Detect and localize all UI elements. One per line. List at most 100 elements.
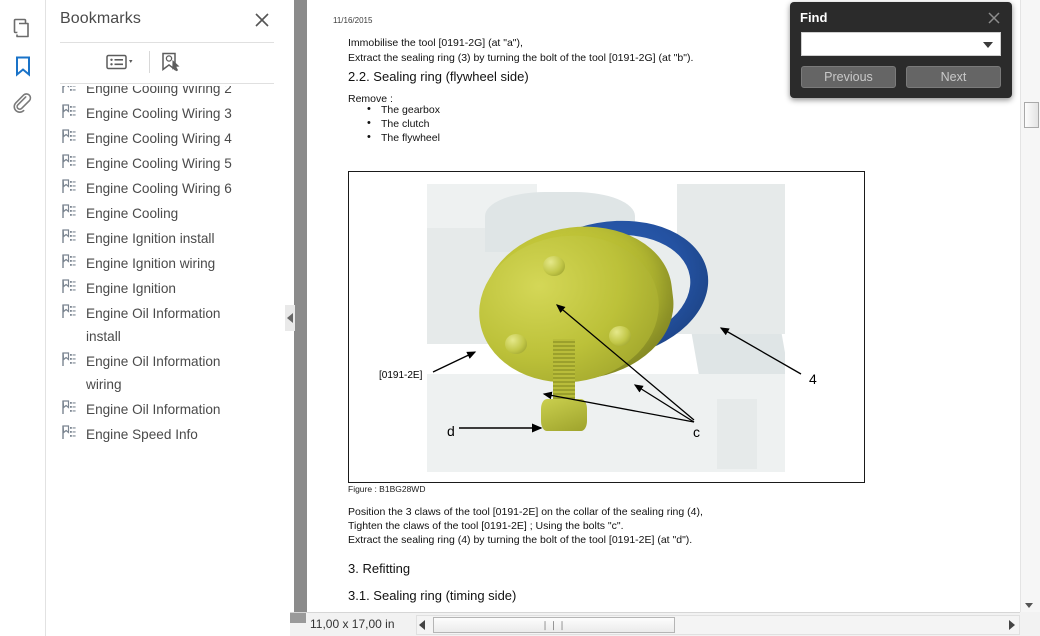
bookmarks-toolbar — [46, 44, 290, 82]
figure-callout-label: [0191-2E] — [379, 370, 423, 381]
document-paragraph: Immobilise the tool [0191-2G] (at "a"), — [348, 37, 523, 49]
bookmarks-panel: Bookmarks Engine Cooling Wiring 2 Engine… — [46, 0, 324, 636]
figure-frame: [0191-2E] 4 c d — [348, 171, 865, 483]
bookmark-entry-icon — [62, 400, 76, 415]
find-previous-button[interactable]: Previous — [801, 66, 896, 88]
scroll-down-icon[interactable] — [1025, 603, 1033, 608]
panel-splitter[interactable] — [285, 0, 307, 636]
bookmark-entry-icon — [62, 129, 76, 144]
bookmark-item[interactable]: Engine Cooling Wiring 2 — [46, 86, 290, 101]
splitter-bar — [294, 0, 307, 636]
bookmarks-panel-header: Bookmarks — [46, 0, 290, 42]
bookmark-item-label: Engine Speed Info — [86, 427, 198, 442]
document-paragraph: Extract the sealing ring (3) by turning … — [348, 52, 694, 64]
document-bullet: The flywheel — [367, 131, 440, 144]
bookmark-item-label: Engine Ignition install — [86, 231, 215, 246]
claw-bolt — [543, 256, 565, 276]
divider — [60, 42, 274, 43]
bookmark-item[interactable]: Engine Cooling Wiring 3 — [46, 101, 290, 126]
bookmark-item-label: Engine Cooling Wiring 3 — [86, 106, 232, 121]
find-dialog-title: Find — [800, 10, 828, 25]
scrollbar-grip: ❘❘❘ — [541, 619, 567, 630]
claw-bolt — [609, 326, 631, 346]
tool-bolt-head — [541, 399, 587, 431]
bookmark-item[interactable]: Engine Cooling Wiring 6 — [46, 176, 290, 201]
figure-caption: Figure : B1BG28WD — [348, 484, 426, 494]
page-thumbnails-icon[interactable] — [7, 12, 39, 44]
document-paragraph: Position the 3 claws of the tool [0191-2… — [348, 506, 703, 518]
attachments-icon[interactable] — [7, 88, 39, 120]
close-icon[interactable] — [986, 10, 1002, 26]
find-dialog: Find Previous Next — [790, 2, 1012, 98]
bookmark-entry-icon — [62, 229, 76, 244]
document-horizontal-scrollbar[interactable]: ❘❘❘ — [416, 615, 1020, 635]
figure-photo — [427, 184, 785, 472]
chevron-left-icon — [287, 313, 293, 323]
bookmark-item-label: Engine Cooling Wiring 2 — [86, 86, 232, 96]
bookmark-entry-icon — [62, 304, 76, 319]
document-heading: 2.2. Sealing ring (flywheel side) — [348, 69, 529, 84]
document-paragraph: Extract the sealing ring (4) by turning … — [348, 534, 693, 546]
figure-callout-label: d — [447, 423, 455, 439]
divider — [60, 83, 274, 84]
chevron-down-icon[interactable] — [983, 42, 993, 48]
bookmark-item[interactable]: Engine Ignition install — [46, 226, 290, 251]
bookmark-item-label: Engine Cooling Wiring 5 — [86, 156, 232, 171]
bookmark-entry-icon — [62, 154, 76, 169]
toolbar-divider — [149, 51, 150, 73]
tool-bolt-shaft — [553, 339, 575, 407]
bookmark-entry-icon — [62, 179, 76, 194]
document-vertical-scrollbar[interactable] — [1020, 0, 1040, 612]
find-input[interactable] — [806, 33, 980, 55]
bookmark-entry-icon — [62, 204, 76, 219]
bookmark-item-label: Engine Oil Information — [86, 402, 221, 417]
bookmark-item[interactable]: Engine Cooling — [46, 201, 290, 226]
new-bookmark-icon[interactable] — [159, 48, 183, 76]
bookmark-item[interactable]: Engine Ignition — [46, 276, 290, 301]
scroll-left-icon[interactable] — [419, 620, 425, 630]
bookmark-entry-icon — [62, 352, 76, 367]
document-paragraph: Tighten the claws of the tool [0191-2E] … — [348, 520, 624, 532]
bookmark-item[interactable]: Engine Ignition wiring — [46, 251, 290, 276]
document-heading: 3. Refitting — [348, 561, 411, 576]
status-corner-block — [290, 613, 306, 623]
bookmark-entry-icon — [62, 254, 76, 269]
collapse-panel-button[interactable] — [285, 305, 295, 331]
bookmarks-panel-title: Bookmarks — [60, 10, 141, 27]
bookmark-item-label: Engine Oil Information wiring — [86, 354, 221, 392]
bookmark-item[interactable]: Engine Speed Info — [46, 422, 290, 447]
document-heading: 3.1. Sealing ring (timing side) — [348, 588, 517, 603]
bookmark-entry-icon — [62, 104, 76, 119]
bookmark-entry-icon — [62, 86, 76, 94]
bookmarks-icon[interactable] — [7, 50, 39, 82]
status-bar: 11,00 x 17,00 in ❘❘❘ — [290, 612, 1040, 636]
find-next-button[interactable]: Next — [906, 66, 1001, 88]
pdf-reader-window: Bookmarks Engine Cooling Wiring 2 Engine… — [0, 0, 1040, 636]
vertical-scrollbar-thumb[interactable] — [1024, 102, 1039, 128]
figure-callout-label: c — [693, 424, 700, 440]
bookmark-item[interactable]: Engine Oil Information wiring — [46, 349, 290, 397]
page-size-label: 11,00 x 17,00 in — [310, 617, 395, 631]
bookmark-item-label: Engine Cooling — [86, 206, 179, 221]
bookmark-item[interactable]: Engine Oil Information install — [46, 301, 290, 349]
document-bullet: The gearbox — [367, 103, 440, 116]
bookmark-item-label: Engine Ignition — [86, 281, 176, 296]
bookmark-item-label: Engine Ignition wiring — [86, 256, 216, 271]
horizontal-scrollbar-thumb[interactable]: ❘❘❘ — [433, 617, 675, 633]
bookmark-entry-icon — [62, 425, 76, 440]
find-combobox[interactable] — [801, 32, 1001, 56]
bookmark-item-label: Engine Cooling Wiring 4 — [86, 131, 232, 146]
bookmarks-list[interactable]: Engine Cooling Wiring 2 Engine Cooling W… — [46, 86, 290, 636]
bookmark-entry-icon — [62, 279, 76, 294]
scrollbar-corner — [1020, 612, 1040, 636]
navigation-icon-rail — [0, 0, 46, 636]
close-icon[interactable] — [252, 10, 272, 30]
bookmark-item-label: Engine Oil Information install — [86, 306, 221, 344]
bookmark-item[interactable]: Engine Cooling Wiring 4 — [46, 126, 290, 151]
figure-callout-label: 4 — [809, 371, 817, 387]
claw-bolt — [505, 334, 527, 354]
bookmark-item[interactable]: Engine Cooling Wiring 5 — [46, 151, 290, 176]
bookmark-item[interactable]: Engine Oil Information — [46, 397, 290, 422]
scroll-right-icon[interactable] — [1009, 620, 1015, 630]
bookmark-options-icon[interactable] — [106, 48, 136, 76]
